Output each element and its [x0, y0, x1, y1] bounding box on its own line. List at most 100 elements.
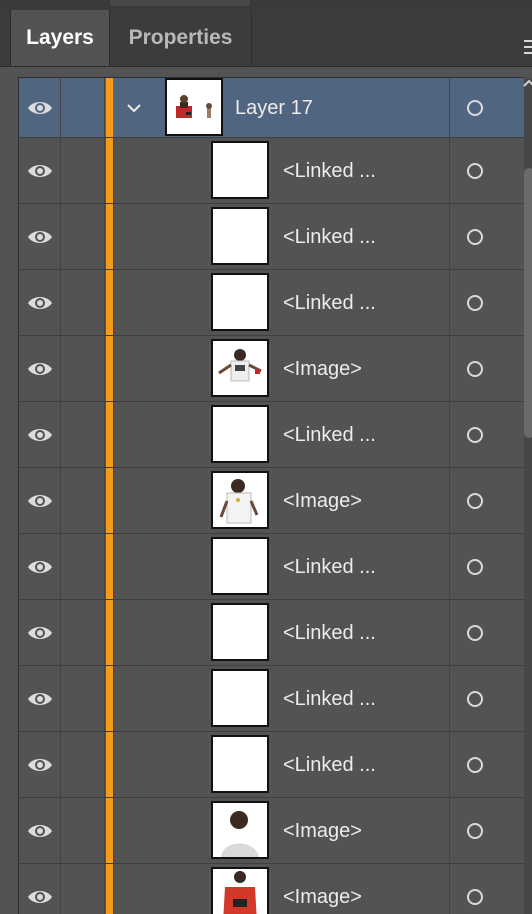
visibility-toggle[interactable] [19, 732, 61, 797]
layer-item-row[interactable]: <Linked ... [19, 600, 524, 666]
target-toggle[interactable] [450, 534, 502, 599]
layer-name[interactable]: <Linked ... [283, 290, 376, 316]
visibility-toggle[interactable] [19, 666, 61, 731]
layer-item-row[interactable]: <Image> [19, 336, 524, 402]
visibility-toggle[interactable] [19, 204, 61, 269]
target-circle-icon[interactable] [467, 492, 483, 509]
layer-name-area[interactable]: <Linked ... [113, 204, 450, 269]
layer-name[interactable]: <Linked ... [283, 422, 376, 448]
layer-item-row[interactable]: <Linked ... [19, 204, 524, 270]
lock-toggle[interactable] [61, 534, 105, 599]
visibility-toggle[interactable] [19, 864, 61, 914]
layer-name[interactable]: Layer 17 [235, 95, 313, 121]
layer-item-row[interactable]: <Image> [19, 468, 524, 534]
lock-toggle[interactable] [61, 864, 105, 914]
lock-toggle[interactable] [61, 402, 105, 467]
hamburger-menu-icon[interactable] [524, 40, 532, 54]
target-toggle[interactable] [450, 270, 502, 335]
layer-item-row[interactable]: <Linked ... [19, 270, 524, 336]
lock-toggle[interactable] [61, 270, 105, 335]
target-toggle[interactable] [450, 336, 502, 401]
layer-item-row[interactable]: <Linked ... [19, 138, 524, 204]
scroll-up-arrow-icon[interactable] [522, 78, 532, 88]
target-toggle[interactable] [450, 204, 502, 269]
chevron-down-icon[interactable] [126, 102, 142, 114]
layer-name-area[interactable]: <Image> [113, 336, 450, 401]
layer-color-bar [106, 468, 113, 533]
target-circle-icon[interactable] [467, 360, 483, 377]
layer-item-row[interactable]: <Image> [19, 798, 524, 864]
lock-toggle[interactable] [61, 600, 105, 665]
target-circle-icon[interactable] [467, 294, 483, 311]
layer-name-area[interactable]: <Linked ... [113, 402, 450, 467]
lock-toggle[interactable] [61, 336, 105, 401]
layer-name-area[interactable]: <Linked ... [113, 534, 450, 599]
target-toggle[interactable] [450, 666, 502, 731]
target-circle-icon[interactable] [467, 558, 483, 575]
layer-name-area[interactable]: <Linked ... [113, 732, 450, 797]
target-circle-icon[interactable] [467, 690, 483, 707]
visibility-toggle[interactable] [19, 468, 61, 533]
tab-layers[interactable]: Layers [10, 10, 110, 66]
lock-toggle[interactable] [61, 798, 105, 863]
layer-item-row[interactable]: <Linked ... [19, 534, 524, 600]
layer-item-row[interactable]: <Linked ... [19, 666, 524, 732]
visibility-toggle[interactable] [19, 600, 61, 665]
layer-name[interactable]: <Linked ... [283, 554, 376, 580]
target-toggle[interactable] [450, 138, 502, 203]
target-toggle[interactable] [450, 864, 502, 914]
target-circle-icon[interactable] [467, 162, 483, 179]
target-toggle[interactable] [450, 732, 502, 797]
lock-toggle[interactable] [61, 204, 105, 269]
layer-name[interactable]: <Image> [283, 488, 362, 514]
layer-name[interactable]: <Linked ... [283, 752, 376, 778]
visibility-toggle[interactable] [19, 138, 61, 203]
target-circle-icon[interactable] [467, 99, 483, 116]
lock-toggle[interactable] [61, 138, 105, 203]
target-toggle[interactable] [450, 78, 502, 137]
layer-item-row[interactable]: <Linked ... [19, 732, 524, 798]
layer-item-row[interactable]: <Linked ... [19, 402, 524, 468]
layer-name[interactable]: <Image> [283, 818, 362, 844]
layer-name-area[interactable]: <Linked ... [113, 600, 450, 665]
layer-name[interactable]: <Linked ... [283, 224, 376, 250]
lock-toggle[interactable] [61, 78, 105, 137]
layer-name[interactable]: <Linked ... [283, 620, 376, 646]
layer-name-area[interactable]: <Image> [113, 864, 450, 914]
layer-item-row[interactable]: <Image> [19, 864, 524, 914]
target-circle-icon[interactable] [467, 888, 483, 905]
layer-name-area[interactable]: <Linked ... [113, 270, 450, 335]
target-toggle[interactable] [450, 468, 502, 533]
target-circle-icon[interactable] [467, 228, 483, 245]
target-toggle[interactable] [450, 798, 502, 863]
tab-properties[interactable]: Properties [110, 10, 252, 66]
target-circle-icon[interactable] [467, 426, 483, 443]
lock-toggle[interactable] [61, 666, 105, 731]
target-toggle[interactable] [450, 600, 502, 665]
layer-name-area[interactable]: Layer 17 [113, 77, 450, 137]
target-circle-icon[interactable] [467, 624, 483, 641]
lock-toggle[interactable] [61, 732, 105, 797]
layer-name-area[interactable]: <Linked ... [113, 666, 450, 731]
panel-tab-bar: Layers Properties [0, 10, 532, 67]
visibility-toggle[interactable] [19, 798, 61, 863]
scrollbar-thumb[interactable] [524, 168, 532, 438]
visibility-toggle[interactable] [19, 402, 61, 467]
layer-name[interactable]: <Linked ... [283, 686, 376, 712]
target-circle-icon[interactable] [467, 822, 483, 839]
target-circle-icon[interactable] [467, 756, 483, 773]
layer-name-area[interactable]: <Image> [113, 798, 450, 863]
layer-name[interactable]: <Linked ... [283, 158, 376, 184]
visibility-toggle[interactable] [19, 336, 61, 401]
layer-name-area[interactable]: <Image> [113, 468, 450, 533]
layer-name-area[interactable]: <Linked ... [113, 138, 450, 203]
layer-name[interactable]: <Image> [283, 356, 362, 382]
visibility-toggle[interactable] [19, 534, 61, 599]
target-toggle[interactable] [450, 402, 502, 467]
panel-grip[interactable] [110, 0, 250, 6]
layer-name[interactable]: <Image> [283, 884, 362, 910]
lock-toggle[interactable] [61, 468, 105, 533]
visibility-toggle[interactable] [19, 78, 61, 137]
visibility-toggle[interactable] [19, 270, 61, 335]
layer-group-row[interactable]: Layer 17 [19, 77, 524, 138]
